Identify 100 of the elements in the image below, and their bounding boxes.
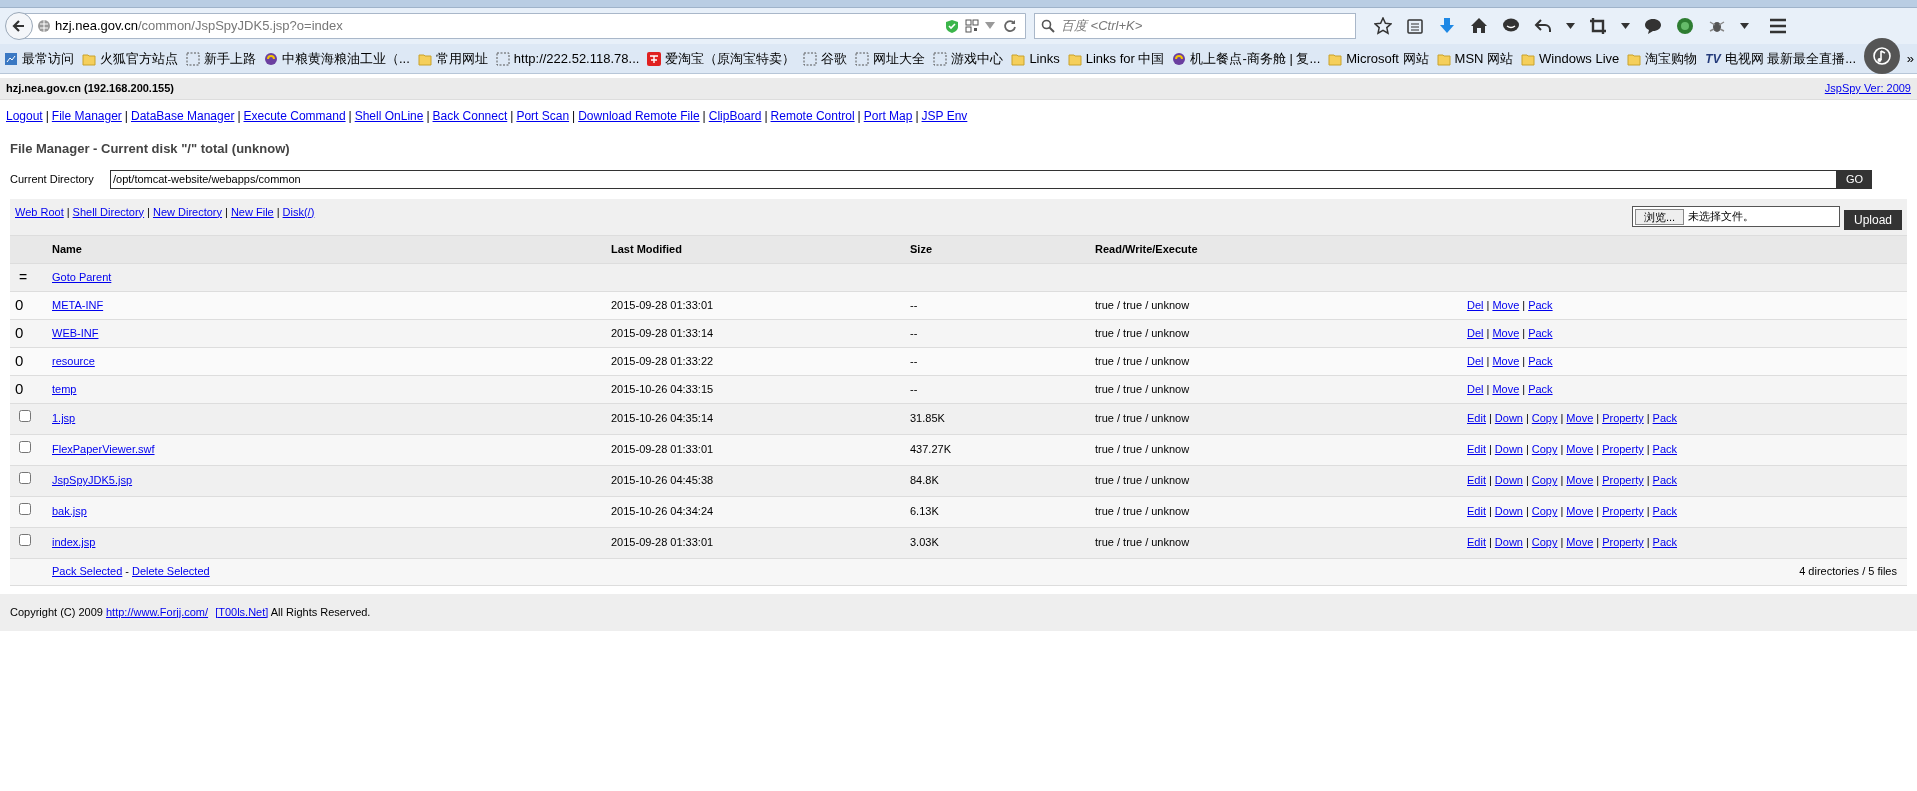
dropdown-icon[interactable] <box>985 22 995 30</box>
extension-icon[interactable] <box>1676 17 1694 35</box>
action-link[interactable]: Move <box>1566 443 1594 456</box>
bookmark-item[interactable]: 机上餐点-商务舱 | 复... <box>1172 48 1321 69</box>
nav-link[interactable]: Back Connect <box>432 109 508 123</box>
action-link[interactable]: Property <box>1602 505 1644 518</box>
file-link[interactable]: index.jsp <box>52 536 96 549</box>
undo-icon[interactable] <box>1534 17 1552 35</box>
file-input[interactable]: 浏览... 未选择文件。 <box>1631 206 1840 227</box>
action-link[interactable]: Edit <box>1467 443 1486 456</box>
nav-link[interactable]: DataBase Manager <box>131 109 235 123</box>
action-link[interactable]: Pack <box>1652 536 1678 549</box>
reload-icon[interactable] <box>1003 19 1017 33</box>
bookmark-item[interactable]: http://222.52.118.78... <box>495 48 640 69</box>
action-link[interactable]: Move <box>1566 412 1594 425</box>
action-link[interactable]: Move <box>1492 382 1520 395</box>
bookmark-item[interactable]: Windows Live <box>1521 48 1620 69</box>
action-link[interactable]: Down <box>1494 412 1523 425</box>
website-link[interactable]: [T00ls.Net] <box>215 605 269 618</box>
bookmark-item[interactable]: Microsoft 网站 <box>1328 48 1429 69</box>
action-link[interactable]: Move <box>1492 326 1520 339</box>
tool-link[interactable]: Disk(/) <box>282 205 315 218</box>
tool-link[interactable]: New File <box>230 205 274 218</box>
row-checkbox[interactable] <box>19 503 31 516</box>
action-link[interactable]: Pack <box>1528 298 1553 311</box>
action-link[interactable]: Property <box>1602 443 1644 456</box>
action-link[interactable]: Edit <box>1467 412 1486 425</box>
action-link[interactable]: Property <box>1602 412 1644 425</box>
action-link[interactable]: Down <box>1494 505 1523 518</box>
bookmark-item[interactable]: 新手上路 <box>186 48 256 69</box>
action-link[interactable]: Move <box>1492 354 1520 367</box>
version-link[interactable]: JspSpy Ver: 2009 <box>1824 80 1911 97</box>
tool-link[interactable]: Web Root <box>15 205 64 218</box>
action-link[interactable]: Pack <box>1652 474 1678 487</box>
address-bar[interactable]: hzj.nea.gov.cn/common/JspSpyJDK5.jsp?o=index <box>6 13 1026 39</box>
nav-link[interactable]: Execute Command <box>243 109 346 123</box>
action-link[interactable]: Move <box>1566 536 1594 549</box>
bookmark-item[interactable]: Links for 中国 <box>1067 48 1165 69</box>
nav-link[interactable]: ClipBoard <box>708 109 762 123</box>
row-checkbox[interactable] <box>19 534 31 547</box>
caret-icon[interactable] <box>1621 23 1630 29</box>
bookmark-item[interactable]: 淘宝购物 <box>1627 48 1698 69</box>
nav-link[interactable]: File Manager <box>51 109 122 123</box>
menu-icon[interactable] <box>1769 18 1787 34</box>
action-link[interactable]: Copy <box>1531 412 1558 425</box>
bookmark-item[interactable]: 游戏中心 <box>933 48 1004 69</box>
go-button[interactable]: GO <box>1837 169 1872 189</box>
action-link[interactable]: Del <box>1467 382 1484 395</box>
action-link[interactable]: Property <box>1602 474 1644 487</box>
action-link[interactable]: Property <box>1602 536 1644 549</box>
action-link[interactable]: Copy <box>1531 536 1558 549</box>
file-link[interactable]: JspSpyJDK5.jsp <box>52 474 133 487</box>
action-link[interactable]: Copy <box>1531 443 1558 456</box>
nav-link[interactable]: Port Map <box>863 109 913 123</box>
action-link[interactable]: Copy <box>1531 505 1558 518</box>
file-link[interactable]: bak.jsp <box>52 505 87 518</box>
speech-bubble-icon[interactable] <box>1644 17 1662 35</box>
action-link[interactable]: Down <box>1494 536 1523 549</box>
nav-link[interactable]: Port Scan <box>516 109 570 123</box>
action-link[interactable]: Edit <box>1467 536 1486 549</box>
file-link[interactable]: temp <box>52 382 77 395</box>
directory-field[interactable]: /opt/tomcat-website/webapps/common <box>110 169 1837 189</box>
action-link[interactable]: Copy <box>1531 474 1558 487</box>
overflow-chevron[interactable]: » <box>1906 48 1914 69</box>
bookmark-item[interactable]: 谷歌 <box>803 48 848 69</box>
tool-link[interactable]: Shell Directory <box>72 205 145 218</box>
action-link[interactable]: Edit <box>1467 474 1486 487</box>
file-link[interactable]: FlexPaperViewer.swf <box>52 443 155 456</box>
action-link[interactable]: Move <box>1566 505 1594 518</box>
file-link[interactable]: WEB-INF <box>52 326 99 339</box>
reading-list-icon[interactable] <box>1406 17 1424 35</box>
search-field[interactable]: 百度 <Ctrl+K> <box>1034 13 1356 39</box>
bookmark-item[interactable]: TV 电视网 最新最全直播... <box>1705 48 1857 69</box>
file-link[interactable]: Goto Parent <box>52 270 112 283</box>
caret-icon[interactable] <box>1566 23 1575 29</box>
bookmark-item[interactable]: 网址大全 <box>855 48 926 69</box>
download-icon[interactable] <box>1438 17 1456 35</box>
action-link[interactable]: Move <box>1566 474 1594 487</box>
action-link[interactable]: Del <box>1467 298 1484 311</box>
home-icon[interactable] <box>1470 17 1488 35</box>
caret-icon[interactable] <box>1740 23 1749 29</box>
action-link[interactable]: Move <box>1492 298 1520 311</box>
bookmark-item[interactable]: 爱淘宝（原淘宝特卖） <box>647 48 796 69</box>
upload-button[interactable]: Upload <box>1843 209 1902 230</box>
nav-link[interactable]: JSP Env <box>921 109 968 123</box>
back-button[interactable] <box>5 12 33 40</box>
nav-link[interactable]: Remote Control <box>770 109 855 123</box>
tool-link[interactable]: New Directory <box>152 205 223 218</box>
bookmark-item[interactable]: 最常访问 <box>4 48 74 69</box>
action-link[interactable]: Pack <box>1528 382 1553 395</box>
crop-icon[interactable] <box>1589 17 1607 35</box>
file-link[interactable]: META-INF <box>52 298 104 311</box>
action-link[interactable]: Pack <box>1652 412 1678 425</box>
bookmark-item[interactable]: MSN 网站 <box>1436 48 1514 69</box>
file-link[interactable]: 1.jsp <box>52 412 76 425</box>
bookmark-item[interactable]: Links <box>1011 48 1060 69</box>
action-link[interactable]: Down <box>1494 474 1523 487</box>
action-link[interactable]: Down <box>1494 443 1523 456</box>
action-link[interactable]: Edit <box>1467 505 1486 518</box>
delete-selected-link[interactable]: Delete Selected <box>132 565 210 578</box>
